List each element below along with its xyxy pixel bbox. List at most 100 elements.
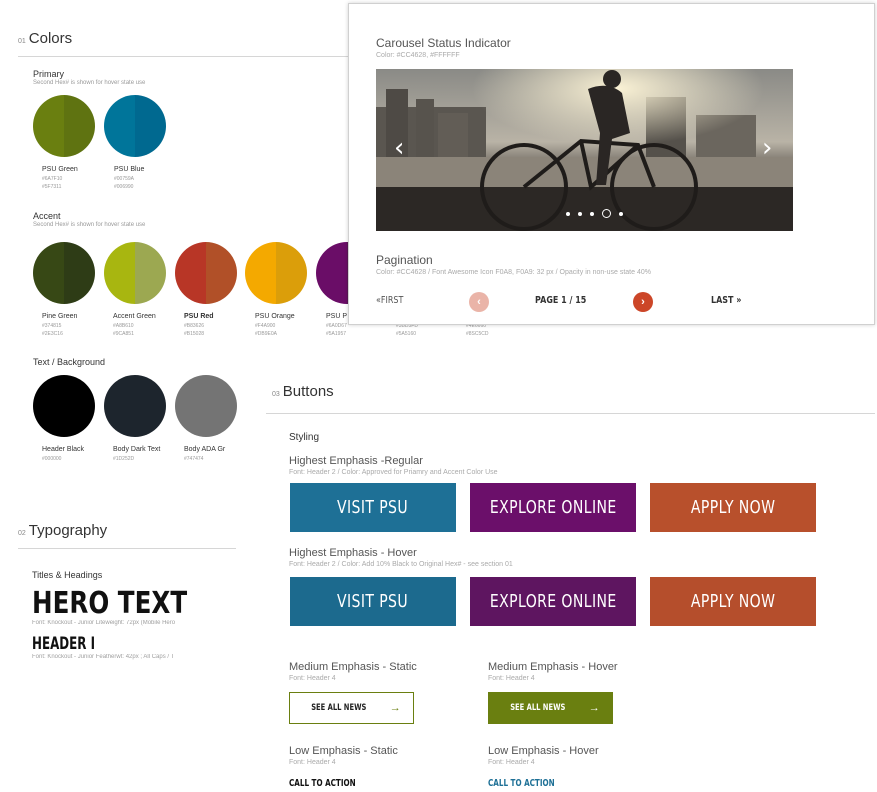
typography-subtitle: Titles & Headings: [32, 570, 103, 580]
hex-hover: #5A5160: [396, 331, 417, 337]
swatch-regular-half: [104, 242, 135, 304]
hex-hover: #5F7311: [42, 184, 62, 190]
accent-note: Second Hex# is shown for hover state use: [33, 222, 146, 228]
swatch-hex: #747474: [184, 456, 204, 462]
pagination-last-link[interactable]: LAST »: [711, 295, 741, 306]
carousel-dots: [566, 209, 623, 218]
swatch-hex: #6A7F10 #5F7311: [42, 175, 62, 191]
button-label: EXPLORE ONLINE: [489, 497, 617, 518]
swatch-hex: #1D252D: [113, 456, 135, 462]
primary-title: Primary: [33, 69, 64, 79]
swatch-psu-blue: [104, 95, 166, 157]
explore-online-button[interactable]: EXPLORE ONLINE: [470, 483, 636, 532]
hex-primary: #6A7F10: [42, 176, 63, 182]
hero-text-note: Font: Knockout - Junior Liteweight: 72px…: [32, 620, 176, 626]
button-label: SEE ALL NEWS: [311, 703, 367, 713]
carousel-dot[interactable]: [619, 211, 623, 216]
see-all-news-button-hover[interactable]: SEE ALL NEWS →: [488, 692, 613, 724]
explore-online-button-hover[interactable]: EXPLORE ONLINE: [470, 577, 636, 626]
carousel-panel: Carousel Status Indicator Color: #CC4628…: [348, 3, 875, 325]
visit-psu-button-hover[interactable]: VISIT PSU: [290, 577, 456, 626]
low-static-title: Low Emphasis - Static: [289, 745, 398, 757]
carousel-dot-active[interactable]: [602, 209, 611, 218]
hex-primary: #6A0D67: [326, 323, 347, 329]
carousel-dot[interactable]: [566, 211, 570, 216]
button-label: VISIT PSU: [337, 591, 409, 612]
hex-hover: #2E3C16: [42, 331, 63, 337]
text-bg-title: Text / Background: [33, 357, 106, 367]
swatch-hex: #B83626 #B15028: [184, 322, 204, 338]
call-to-action-link[interactable]: CALL TO ACTION: [289, 778, 356, 789]
buttons-divider: [266, 413, 875, 414]
apply-now-button-hover[interactable]: APPLY NOW: [650, 577, 816, 626]
button-label: EXPLORE ONLINE: [489, 591, 617, 612]
swatch-pine-green: [33, 242, 95, 304]
hex-hover: #DB9E0A: [255, 331, 277, 337]
carousel-prev-arrow[interactable]: ‹: [394, 135, 404, 161]
hex-hover: #B15028: [184, 331, 205, 337]
cyclist-photo: [376, 69, 793, 231]
swatch-regular-half: [316, 242, 347, 304]
medium-static-title: Medium Emphasis - Static: [289, 661, 417, 673]
swatch-header-black: [33, 375, 95, 437]
swatch-hex: #00759A #006990: [114, 175, 134, 191]
hex-hover: #006990: [114, 184, 134, 190]
swatch-regular-half: [104, 95, 135, 157]
swatch-name: Accent Green: [113, 313, 156, 320]
buttons-section-header: 03 Buttons: [272, 383, 334, 401]
swatch-hex: #374815 #2E3C16: [42, 322, 63, 338]
swatch-psu-orange: [245, 242, 307, 304]
swatch-hex: #A8B610 #9CA851: [113, 322, 134, 338]
pagination-note: Color: #CC4628 / Font Awesome Icon F0A8,…: [376, 269, 651, 276]
swatch-hex: #F4A900 #DB9E0A: [255, 322, 277, 338]
styling-title: Styling: [289, 432, 320, 443]
pagination-page-indicator: PAGE 1 / 15: [535, 295, 587, 306]
swatch-name: PSU Blue: [114, 166, 145, 173]
medium-static-note: Font: Header 4: [289, 675, 336, 682]
button-label: APPLY NOW: [690, 497, 776, 518]
hex-primary: #F4A900: [255, 323, 276, 329]
apply-now-button[interactable]: APPLY NOW: [650, 483, 816, 532]
swatch-name: PSU Green: [42, 166, 78, 173]
swatch-name: PSU Orange: [255, 313, 295, 320]
hex-primary: #B83626: [184, 323, 205, 329]
typography-section-header: 02 Typography: [18, 522, 107, 540]
section-number: 03: [272, 391, 280, 398]
arrow-right-icon: →: [389, 702, 401, 714]
hex-hover: #8SC5CD: [466, 331, 489, 337]
swatch-hover-half: [276, 242, 307, 304]
swatch-name: Body ADA Gr: [184, 446, 226, 453]
carousel-next-arrow[interactable]: ›: [762, 135, 772, 161]
hex-hover: #9CA851: [113, 331, 134, 337]
carousel-dot[interactable]: [590, 211, 594, 216]
pagination-next-icon[interactable]: ›: [633, 292, 653, 312]
swatch-hover-half: [64, 95, 95, 157]
carousel-image: ‹ ›: [376, 69, 793, 231]
pagination-title: Pagination: [376, 253, 433, 267]
button-label: APPLY NOW: [690, 591, 776, 612]
swatch-body-ada-gray: [175, 375, 237, 437]
swatch-psu-green: [33, 95, 95, 157]
call-to-action-link-hover[interactable]: CALL TO ACTION: [488, 778, 555, 789]
swatch-regular-half: [245, 242, 276, 304]
pagination-first-link[interactable]: «FIRST: [376, 295, 403, 306]
section-number: 02: [18, 530, 26, 537]
pagination-prev-icon[interactable]: ‹: [469, 292, 489, 312]
swatch-psu-red: [175, 242, 237, 304]
visit-psu-button[interactable]: VISIT PSU: [290, 483, 456, 532]
swatch-hover-half: [135, 95, 166, 157]
swatch-name: Header Black: [42, 446, 85, 453]
swatch-name: Body Dark Text: [113, 446, 161, 453]
swatch-hover-half: [135, 242, 166, 304]
see-all-news-button[interactable]: SEE ALL NEWS →: [289, 692, 414, 724]
section-title: Typography: [28, 522, 108, 539]
carousel-dot[interactable]: [578, 211, 582, 216]
hex-primary: #374815: [42, 323, 62, 329]
header1-note: Font: Knockout - Junior Featherwt: 42px …: [32, 654, 175, 660]
low-static-note: Font: Header 4: [289, 759, 336, 766]
typography-divider: [18, 548, 236, 549]
medium-hover-title: Medium Emphasis - Hover: [488, 661, 618, 673]
highest-hover-note: Font: Header 2 / Color: Add 10% Black to…: [289, 561, 513, 568]
arrow-right-icon: →: [588, 702, 600, 714]
low-hover-note: Font: Header 4: [488, 759, 535, 766]
